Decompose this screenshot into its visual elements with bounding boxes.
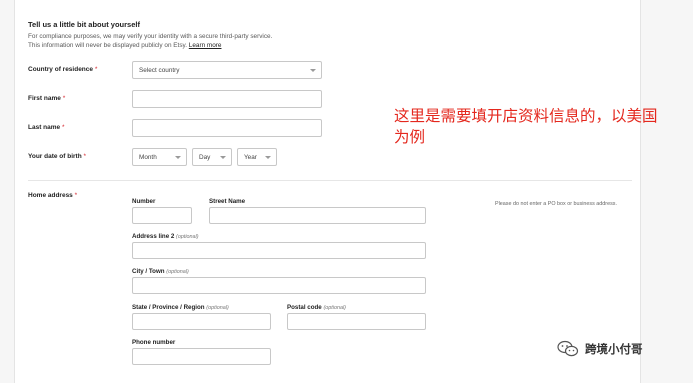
home-address-label: Home address * (28, 192, 77, 199)
first-name-label-text: First name (28, 95, 61, 102)
dob-year-select[interactable]: Year (237, 148, 277, 166)
dob-day-select[interactable]: Day (192, 148, 232, 166)
phone-input[interactable] (132, 348, 271, 365)
chevron-down-icon (220, 156, 226, 159)
postal-code-input[interactable] (287, 313, 426, 330)
description-line-2: This information will never be displayed… (28, 42, 188, 49)
last-name-label: Last name * (28, 124, 65, 131)
address-note: Please do not enter a PO box or business… (495, 201, 617, 207)
section-description: For compliance purposes, we may verify y… (28, 32, 272, 50)
postal-code-label: Postal code (optional) (287, 304, 346, 311)
home-address-label-text: Home address (28, 192, 73, 199)
dob-year-value: Year (244, 153, 257, 161)
address-line2-label: Address line 2 (optional) (132, 233, 199, 240)
dob-month-value: Month (139, 153, 157, 161)
description-line-1: For compliance purposes, we may verify y… (28, 33, 273, 40)
address-line2-input[interactable] (132, 242, 426, 259)
city-label-text: City / Town (132, 268, 165, 275)
country-label-text: Country of residence (28, 66, 94, 73)
required-mark: * (94, 66, 98, 73)
required-mark: * (83, 153, 87, 160)
dob-label: Your date of birth * (28, 153, 86, 160)
section-divider (28, 180, 632, 181)
chevron-down-icon (265, 156, 271, 159)
dob-month-select[interactable]: Month (132, 148, 187, 166)
optional-hint: (optional) (206, 305, 229, 311)
required-mark: * (74, 192, 78, 199)
optional-hint: (optional) (176, 234, 199, 240)
annotation-text: 这里是需要填开店资料信息的，以美国 为例 (394, 106, 658, 148)
watermark-text: 跨境小付哥 (585, 342, 643, 356)
optional-hint: (optional) (166, 269, 189, 275)
city-label: City / Town (optional) (132, 268, 189, 275)
watermark: 跨境小付哥 (557, 340, 643, 358)
wechat-icon (557, 340, 579, 357)
last-name-input[interactable] (132, 119, 322, 137)
section-heading: Tell us a little bit about yourself (28, 20, 140, 29)
country-label: Country of residence * (28, 66, 97, 73)
annotation-line-1: 这里是需要填开店资料信息的，以美国 (394, 107, 658, 125)
first-name-label: First name * (28, 95, 65, 102)
optional-hint: (optional) (323, 305, 346, 311)
state-input[interactable] (132, 313, 271, 330)
dob-label-text: Your date of birth (28, 153, 82, 160)
phone-label: Phone number (132, 339, 176, 346)
street-name-input[interactable] (209, 207, 426, 224)
annotation-line-2: 为例 (394, 128, 426, 146)
street-name-label: Street Name (209, 198, 246, 205)
country-select[interactable]: Select country (132, 61, 322, 79)
chevron-down-icon (175, 156, 181, 159)
last-name-label-text: Last name (28, 124, 61, 131)
form-card: Tell us a little bit about yourself For … (14, 0, 641, 383)
dob-day-value: Day (199, 153, 211, 161)
number-label: Number (132, 198, 156, 205)
postal-code-label-text: Postal code (287, 304, 322, 311)
state-label-text: State / Province / Region (132, 304, 205, 311)
country-select-value: Select country (139, 66, 180, 74)
required-mark: * (62, 95, 66, 102)
learn-more-link[interactable]: Learn more (189, 42, 222, 49)
first-name-input[interactable] (132, 90, 322, 108)
required-mark: * (61, 124, 65, 131)
number-input[interactable] (132, 207, 192, 224)
chevron-down-icon (310, 69, 316, 72)
city-input[interactable] (132, 277, 426, 294)
address-line2-label-text: Address line 2 (132, 233, 175, 240)
state-label: State / Province / Region (optional) (132, 304, 229, 311)
